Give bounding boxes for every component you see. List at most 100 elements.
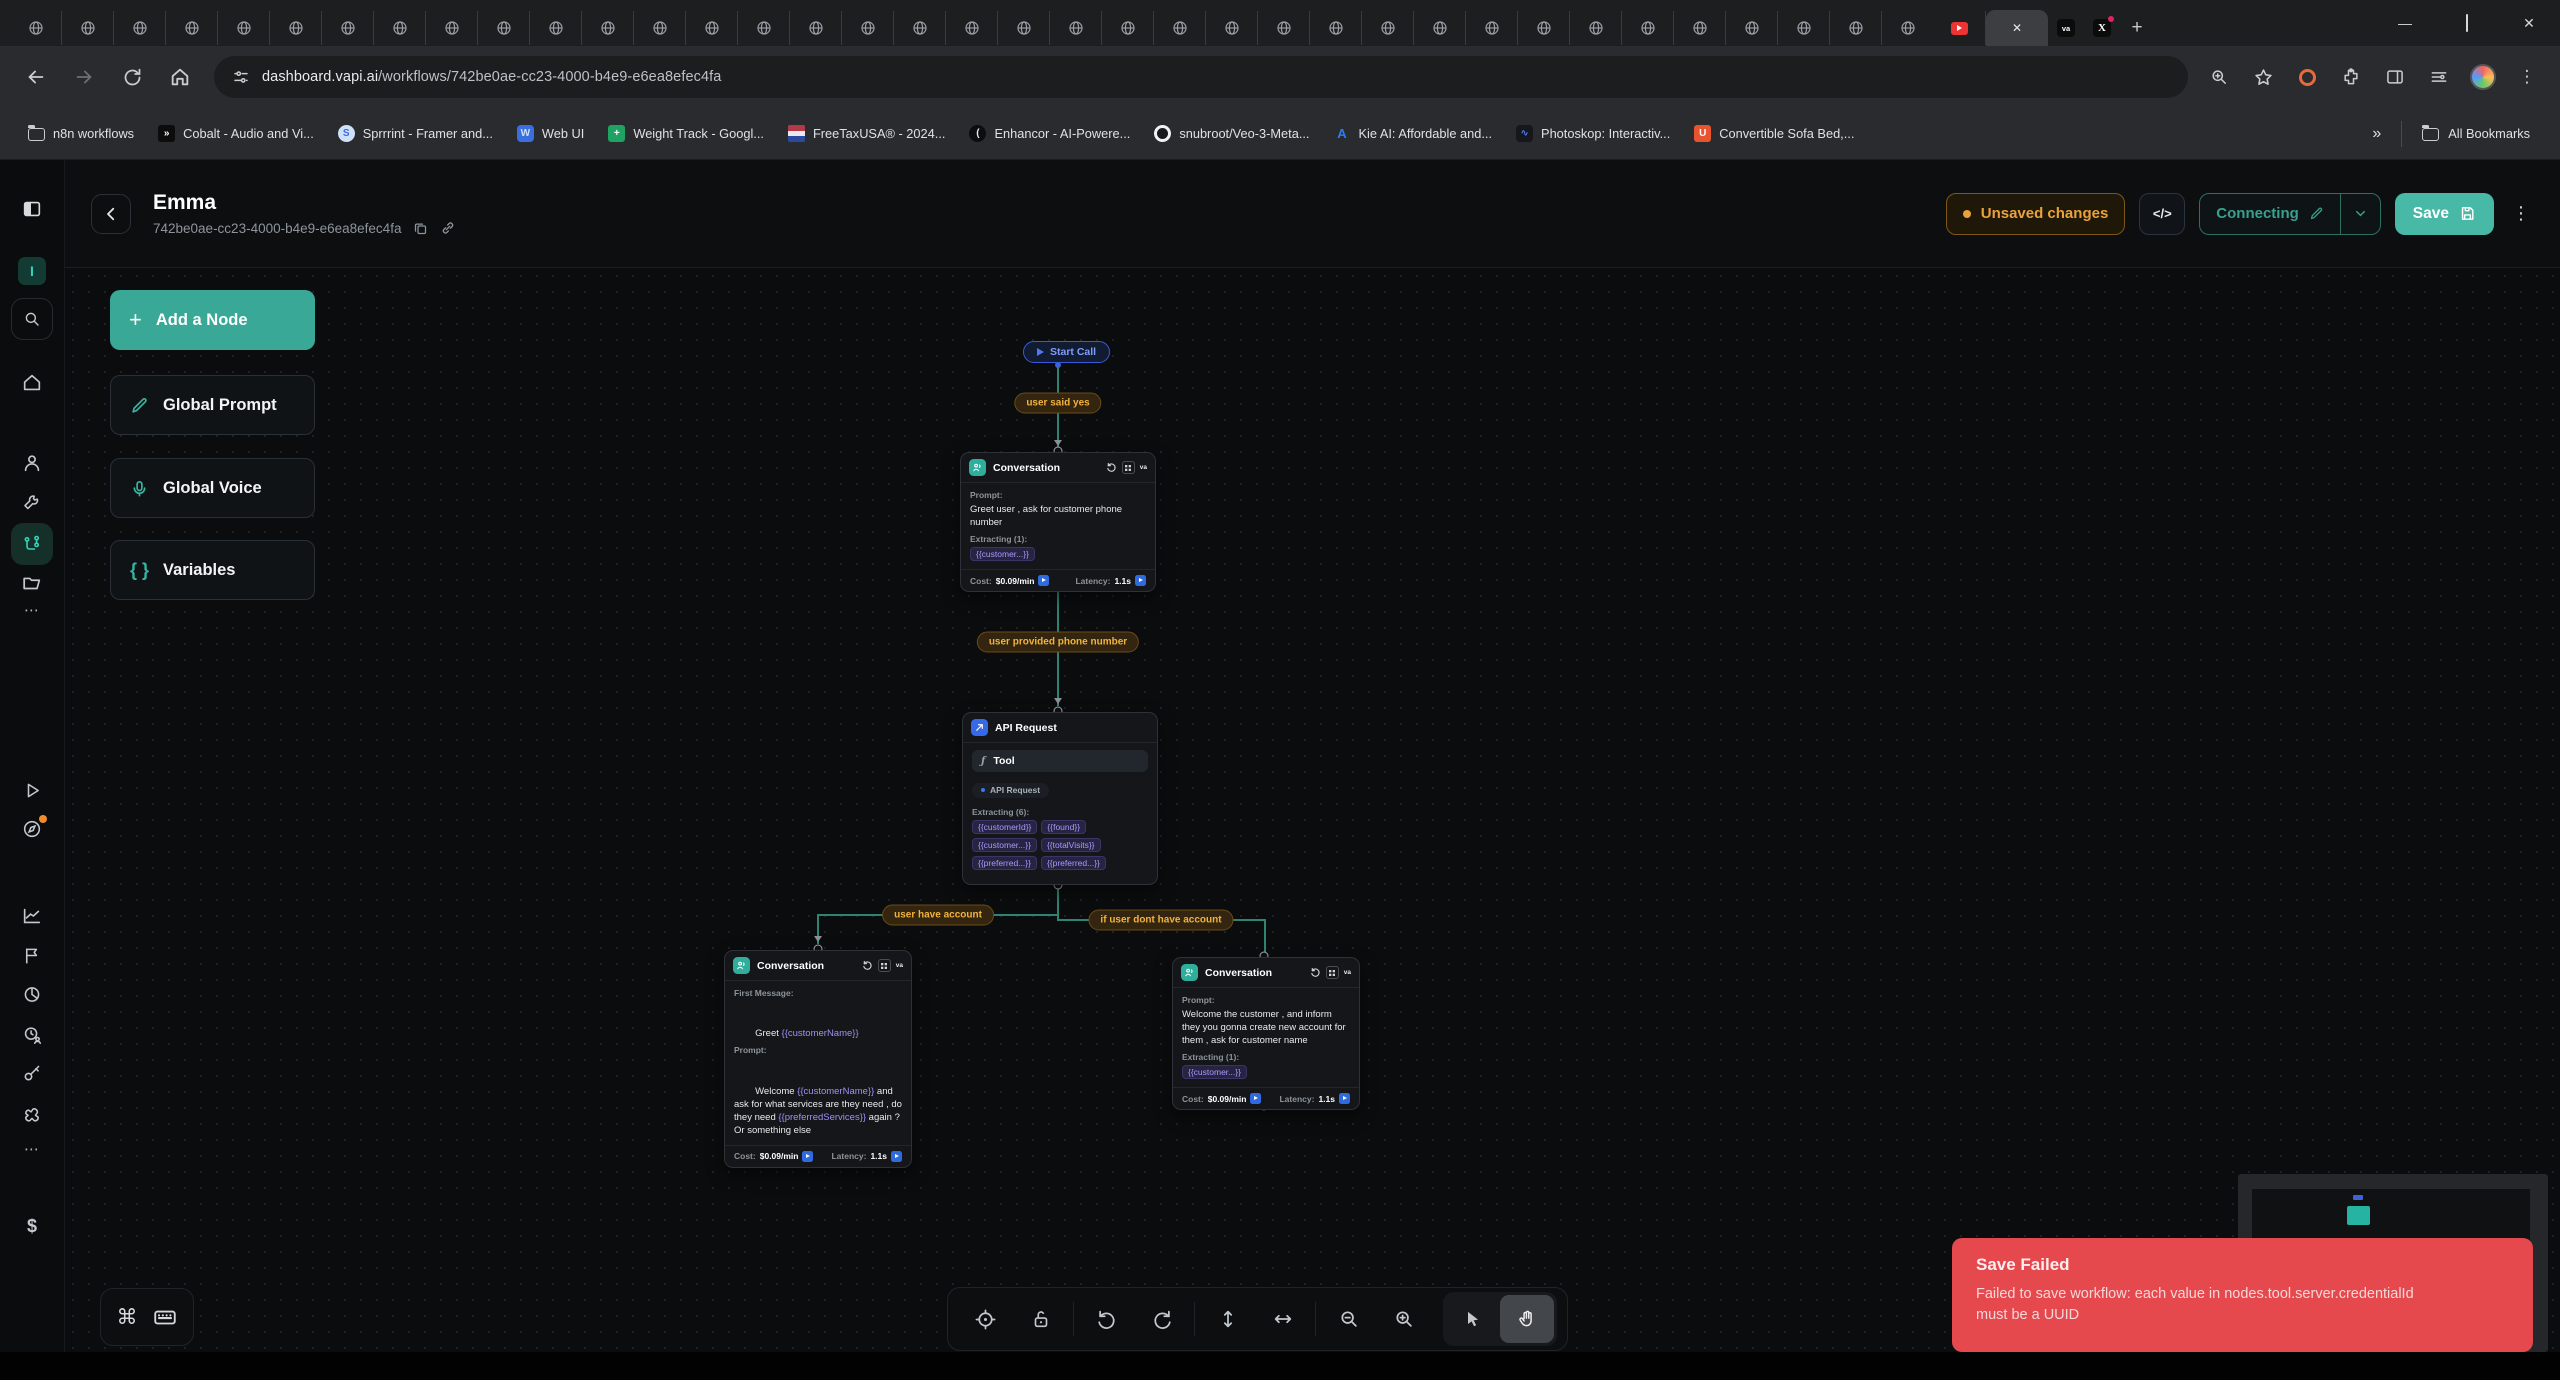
browser-tab[interactable] xyxy=(894,11,946,45)
workflow-canvas[interactable]: + Add a Node Global Prompt Global Voice … xyxy=(65,268,2560,1352)
more-ellipsis-icon[interactable]: ⋯ xyxy=(24,1140,40,1158)
browser-tab[interactable] xyxy=(1102,11,1154,45)
browser-tab[interactable] xyxy=(738,11,790,45)
pan-hand-tool-button[interactable] xyxy=(1500,1295,1554,1343)
conversation-node[interactable]: Conversation va Prompt: Welcome the cust… xyxy=(1172,957,1360,1111)
fit-view-icon[interactable] xyxy=(958,1308,1013,1331)
bookmark-item[interactable]: A Kie AI: Affordable and... xyxy=(1322,118,1505,150)
latency-badge-icon[interactable] xyxy=(1135,575,1146,587)
browser-tab[interactable] xyxy=(1570,11,1622,45)
search-button[interactable] xyxy=(11,298,53,340)
extract-variable-chip[interactable]: {{customer...}} xyxy=(972,837,1037,852)
bookmark-item[interactable]: + Weight Track - Googl... xyxy=(596,118,776,150)
edge-condition-label[interactable]: user have account xyxy=(882,904,994,926)
undo-icon[interactable] xyxy=(1079,1308,1134,1330)
save-failed-toast[interactable]: Save Failed Failed to save workflow: eac… xyxy=(1952,1238,2533,1352)
vertical-layout-icon[interactable] xyxy=(1200,1308,1255,1330)
variables-button[interactable]: { } Variables xyxy=(110,540,315,600)
browser-tab[interactable] xyxy=(582,11,634,45)
model-grid-icon[interactable] xyxy=(1121,461,1135,474)
copy-icon[interactable] xyxy=(413,221,428,236)
test-play-icon[interactable] xyxy=(22,780,43,801)
command-icon[interactable]: ⌘ xyxy=(117,1305,138,1329)
browser-tab[interactable] xyxy=(1518,11,1570,45)
back-button[interactable] xyxy=(14,57,58,97)
home-icon[interactable] xyxy=(21,372,43,394)
browser-tab[interactable] xyxy=(10,11,62,45)
api-keys-icon[interactable] xyxy=(22,1063,43,1084)
browser-tab-active[interactable]: ✕ xyxy=(1986,10,2048,46)
latency-badge-icon[interactable] xyxy=(891,1150,902,1162)
extract-variable-chip[interactable]: {{customer...}} xyxy=(970,547,1035,562)
bookmark-item[interactable]: W Web UI xyxy=(505,118,596,150)
extensions-puzzle-icon[interactable] xyxy=(2332,58,2370,96)
edge-condition-label[interactable]: user provided phone number xyxy=(976,631,1140,653)
panel-toggle-icon[interactable] xyxy=(21,198,43,220)
browser-tab[interactable] xyxy=(218,11,270,45)
bookmark-item[interactable]: U Convertible Sofa Bed,... xyxy=(1682,118,1866,150)
conversation-node[interactable]: Conversation va First Message: Greet {{c… xyxy=(724,950,912,1168)
browser-tab-vapi[interactable]: va xyxy=(2048,11,2084,45)
browser-tab[interactable] xyxy=(270,11,322,45)
profile-avatar[interactable] xyxy=(2464,58,2502,96)
browser-tab[interactable] xyxy=(1310,11,1362,45)
side-panel-icon[interactable] xyxy=(2376,58,2414,96)
org-badge[interactable]: I xyxy=(18,257,46,285)
browser-tab[interactable] xyxy=(1778,11,1830,45)
flags-icon[interactable] xyxy=(22,945,43,966)
browser-menu-kebab-icon[interactable]: ⋮ xyxy=(2508,58,2546,96)
rerun-icon[interactable] xyxy=(1106,462,1117,473)
zoom-in-icon[interactable] xyxy=(1376,1308,1431,1330)
start-call-node[interactable]: Start Call xyxy=(1023,341,1111,363)
browser-tab[interactable] xyxy=(426,11,478,45)
save-button[interactable]: Save xyxy=(2394,192,2494,235)
browser-tab[interactable] xyxy=(374,11,426,45)
url-text[interactable]: dashboard.vapi.ai/workflows/742be0ae-cc2… xyxy=(262,69,721,85)
browser-tab[interactable] xyxy=(842,11,894,45)
bookmark-star-icon[interactable] xyxy=(2244,58,2282,96)
extract-variable-chip[interactable]: {{preferred...}} xyxy=(972,855,1037,870)
extract-variable-chip[interactable]: {{totalVisits}} xyxy=(1040,837,1101,852)
browser-tab[interactable] xyxy=(530,11,582,45)
browser-tab[interactable] xyxy=(1882,11,1934,45)
browser-tab[interactable] xyxy=(1258,11,1310,45)
code-view-button[interactable]: </> xyxy=(2139,192,2186,235)
rerun-icon[interactable] xyxy=(1310,967,1321,978)
browser-tab[interactable] xyxy=(1726,11,1778,45)
browser-tab[interactable] xyxy=(634,11,686,45)
keyboard-icon[interactable] xyxy=(152,1304,178,1330)
browser-tab[interactable] xyxy=(790,11,842,45)
browser-tab[interactable] xyxy=(686,11,738,45)
integrations-icon[interactable] xyxy=(22,1104,43,1125)
model-grid-icon[interactable] xyxy=(877,959,891,972)
horizontal-layout-icon[interactable] xyxy=(1255,1308,1310,1330)
browser-tab[interactable] xyxy=(1050,11,1102,45)
add-node-button[interactable]: + Add a Node xyxy=(110,290,315,350)
conversation-node[interactable]: Conversation va Prompt: Greet user , ask… xyxy=(960,452,1156,593)
bookmark-item[interactable]: ∿ Photoskop: Interactiv... xyxy=(1504,118,1682,150)
bookmark-item[interactable]: n8n workflows xyxy=(16,118,146,150)
window-maximize-button[interactable] xyxy=(2436,14,2498,32)
cost-badge-icon[interactable] xyxy=(1038,575,1050,587)
latency-badge-icon[interactable] xyxy=(1339,1093,1350,1105)
more-ellipsis-icon[interactable]: ⋯ xyxy=(24,601,40,619)
forward-button[interactable] xyxy=(62,57,106,97)
address-bar[interactable]: dashboard.vapi.ai/workflows/742be0ae-cc2… xyxy=(214,56,2188,98)
sessions-clock-icon[interactable] xyxy=(21,1024,43,1046)
bookmark-item[interactable]: FreeTaxUSA® - 2024... xyxy=(776,118,957,150)
site-settings-icon[interactable] xyxy=(232,68,250,86)
billing-dollar-icon[interactable]: $ xyxy=(27,1216,37,1237)
usage-pie-icon[interactable] xyxy=(22,984,43,1005)
redo-icon[interactable] xyxy=(1134,1308,1189,1330)
api-request-node[interactable]: API Request ƒ Tool API Request Extractin… xyxy=(962,712,1158,885)
extract-variable-chip[interactable]: {{customerId}} xyxy=(972,819,1038,834)
window-minimize-button[interactable]: — xyxy=(2374,15,2436,31)
model-grid-icon[interactable] xyxy=(1325,966,1339,979)
browser-tab[interactable] xyxy=(1362,11,1414,45)
cost-badge-icon[interactable] xyxy=(802,1150,814,1162)
browser-tab-youtube[interactable] xyxy=(1934,11,1986,45)
home-button[interactable] xyxy=(158,57,202,97)
connect-dropdown-chevron[interactable] xyxy=(2339,193,2380,234)
tab-close-icon[interactable]: ✕ xyxy=(2012,21,2022,35)
new-tab-button[interactable]: + xyxy=(2120,17,2154,39)
